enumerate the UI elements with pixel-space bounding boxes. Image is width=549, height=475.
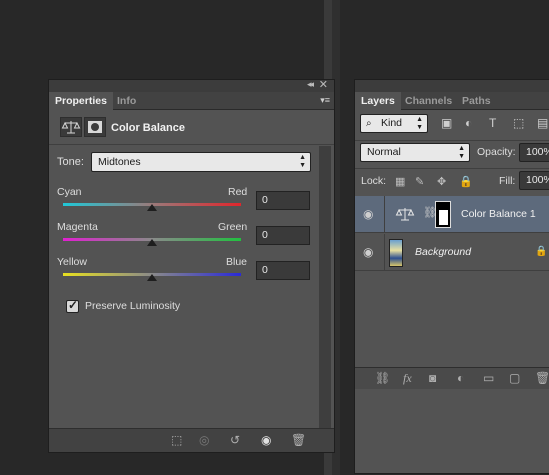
eye-icon[interactable]: ◉: [363, 207, 373, 221]
mask-icon-button[interactable]: [84, 117, 106, 137]
tab-info[interactable]: Info: [111, 92, 142, 110]
adjustment-title: Color Balance: [111, 122, 185, 134]
magenta-green-value-field[interactable]: 0: [256, 226, 310, 245]
select-arrows-icon: ▲ ▼: [299, 154, 306, 169]
lock-all-icon[interactable]: 🔒: [459, 175, 473, 188]
cyan-red-value-field[interactable]: 0: [256, 191, 310, 210]
layer-mask-thumbnail[interactable]: [435, 201, 451, 228]
new-group-icon[interactable]: ▭: [483, 371, 494, 385]
reset-icon[interactable]: ↺: [230, 433, 240, 447]
fx-icon[interactable]: fx: [403, 371, 412, 386]
tone-select-value: Midtones: [98, 156, 141, 168]
tab-paths[interactable]: Paths: [456, 92, 497, 110]
layers-bottom-bar: ⛓ fx ◙ ◐ ▭ ▢ 🗑: [355, 367, 549, 389]
pixel-filter-icon[interactable]: ▣: [441, 116, 452, 130]
trash-icon[interactable]: 🗑: [535, 371, 549, 385]
smart-object-filter-icon[interactable]: ▤: [537, 116, 548, 130]
properties-bottom-bar: ⬚ ◎ ↺ ◉ 🗑: [49, 428, 334, 452]
new-layer-icon[interactable]: ▢: [509, 371, 520, 385]
slider-cyan-label: Cyan: [57, 186, 82, 198]
layer-mask-icon: [88, 121, 102, 133]
select-arrows-icon: ▲ ▼: [458, 145, 465, 160]
lock-icon: 🔒: [535, 246, 548, 257]
layers-title-strip: [355, 80, 549, 92]
layers-panel: Layers Channels Paths ⌕ Kind ▲ ▼ ▣ ◐ T ⬚ …: [354, 79, 549, 474]
filter-kind-select[interactable]: ⌕ Kind ▲ ▼: [360, 114, 428, 133]
type-filter-icon[interactable]: T: [489, 116, 496, 130]
layer-thumbnail[interactable]: [389, 239, 403, 267]
eye-icon[interactable]: ◉: [363, 245, 373, 259]
tab-channels[interactable]: Channels: [399, 92, 458, 110]
opacity-label: Opacity:: [477, 146, 516, 158]
lock-move-icon[interactable]: ✥: [437, 175, 446, 188]
tab-properties[interactable]: Properties: [49, 92, 113, 110]
tone-label: Tone:: [57, 156, 84, 168]
fill-label: Fill:: [499, 175, 516, 187]
layers-tab-bar: Layers Channels Paths: [355, 92, 549, 110]
opacity-field[interactable]: 100%: [519, 143, 549, 162]
select-arrows-icon: ▲ ▼: [416, 116, 423, 131]
panel-title-strip: ◂◂ ✕: [49, 78, 334, 92]
lock-transparent-icon[interactable]: ▦: [395, 175, 405, 188]
filter-kind-value: Kind: [381, 117, 403, 129]
search-icon: ⌕: [366, 118, 372, 129]
preserve-luminosity-checkbox[interactable]: ✓: [66, 298, 79, 313]
layer-filter-row: ⌕ Kind ▲ ▼ ▣ ◐ T ⬚ ▤: [355, 111, 549, 135]
new-adjustment-icon[interactable]: ◐: [457, 371, 464, 385]
properties-panel: ◂◂ ✕ Properties Info ▾≡ Color Balance To…: [48, 79, 335, 453]
cyan-red-slider-thumb[interactable]: [147, 204, 157, 211]
blend-row: Normal ▲▼ Opacity: 100%: [355, 140, 549, 164]
lock-label: Lock:: [361, 175, 387, 187]
blend-mode-select[interactable]: Normal ▲ ▼: [360, 143, 470, 162]
lock-row: Lock: ▦ ✎ ✥ 🔒 Fill: 100%: [355, 168, 549, 192]
checkmark-icon: ✓: [68, 298, 79, 312]
add-mask-icon[interactable]: ◙: [429, 371, 436, 385]
slider-blue-label: Blue: [226, 256, 248, 268]
layer-row-background[interactable]: ◉ Background 🔒: [355, 234, 549, 271]
tone-select[interactable]: Midtones ▲ ▼: [91, 152, 311, 172]
fill-field[interactable]: 100%: [519, 171, 549, 190]
visibility-column-divider: [384, 234, 385, 271]
shape-filter-icon[interactable]: ⬚: [513, 116, 524, 130]
clip-to-layer-icon[interactable]: ⬚: [171, 433, 182, 447]
magenta-green-slider-thumb[interactable]: [147, 239, 157, 246]
visibility-column-divider: [384, 196, 385, 233]
yellow-blue-value-field[interactable]: 0: [256, 261, 310, 280]
blend-mode-value: Normal: [367, 146, 401, 158]
slider-yellow-label: Yellow: [57, 256, 87, 268]
adjustment-header: Color Balance: [49, 111, 334, 145]
slider-green-label: Green: [218, 221, 248, 233]
balance-scale-icon: [395, 208, 415, 221]
preserve-luminosity-label: Preserve Luminosity: [85, 300, 181, 312]
lock-brush-icon[interactable]: ✎: [415, 175, 424, 188]
view-previous-state-icon[interactable]: ◎: [199, 433, 209, 447]
balance-scale-icon: [61, 121, 81, 134]
close-panel-icon[interactable]: ✕: [319, 78, 328, 91]
properties-tab-bar: Properties Info ▾≡: [49, 92, 334, 110]
panel-menu-icon[interactable]: ▾≡: [320, 95, 330, 106]
slider-red-label: Red: [228, 186, 248, 198]
tab-layers[interactable]: Layers: [355, 92, 401, 110]
adjustment-filter-icon[interactable]: ◐: [465, 116, 472, 130]
toggle-visibility-icon[interactable]: ◉: [261, 433, 271, 447]
properties-scrollbar[interactable]: [319, 146, 331, 428]
layer-name[interactable]: Background: [415, 246, 471, 258]
trash-icon[interactable]: 🗑: [291, 433, 306, 447]
layer-row-color-balance[interactable]: ◉ ⛓ Color Balance 1: [355, 196, 549, 233]
collapse-panel-icon[interactable]: ◂◂: [307, 79, 314, 90]
layer-name[interactable]: Color Balance 1: [461, 208, 536, 220]
yellow-blue-slider-thumb[interactable]: [147, 274, 157, 281]
link-layers-icon[interactable]: ⛓: [375, 371, 390, 385]
adjustment-icon-button[interactable]: [60, 117, 82, 137]
slider-magenta-label: Magenta: [57, 221, 98, 233]
